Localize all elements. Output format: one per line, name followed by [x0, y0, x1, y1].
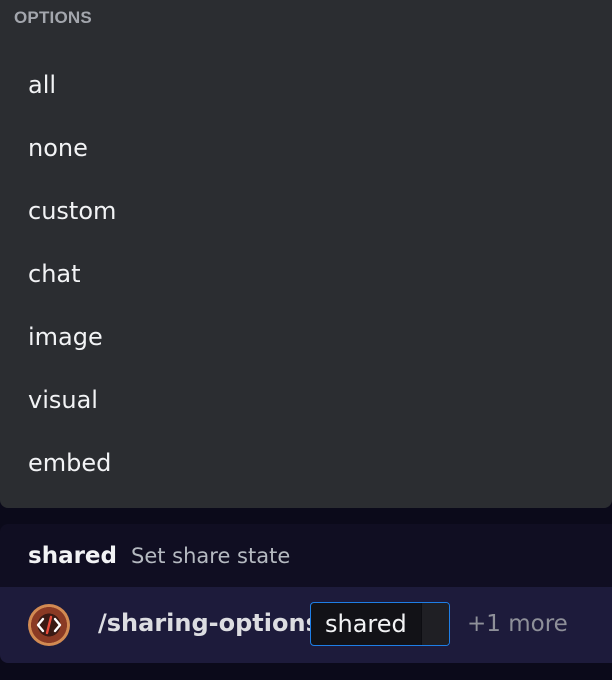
parameter-hint: shared Set share state — [0, 524, 612, 588]
option-image[interactable]: image — [0, 306, 612, 369]
option-label: embed — [28, 448, 112, 477]
options-popup: OPTIONS all none custom chat image visua… — [0, 0, 612, 508]
page: OPTIONS all none custom chat image visua… — [0, 0, 612, 680]
command-name: /sharing-options — [98, 609, 320, 637]
bot-avatar — [28, 604, 70, 646]
option-label: all — [28, 70, 57, 99]
command-parameter-input[interactable]: shared — [310, 602, 450, 646]
option-label: custom — [28, 196, 117, 225]
options-header: OPTIONS — [14, 8, 92, 27]
hint-parameter-name: shared — [28, 543, 117, 569]
option-chat[interactable]: chat — [0, 243, 612, 306]
hint-parameter-description: Set share state — [131, 544, 291, 568]
more-parameters-label[interactable]: +1 more — [467, 611, 568, 637]
option-label: visual — [28, 385, 98, 414]
option-custom[interactable]: custom — [0, 180, 612, 243]
slash-command-row: /sharing-options shared +1 more — [0, 587, 612, 663]
options-list: all none custom chat image visual embed — [0, 54, 612, 495]
code-brackets-icon — [36, 615, 62, 635]
parameter-value-field[interactable] — [421, 603, 449, 645]
option-all[interactable]: all — [0, 54, 612, 117]
option-label: none — [28, 133, 88, 162]
option-label: chat — [28, 259, 81, 288]
option-none[interactable]: none — [0, 117, 612, 180]
option-label: image — [28, 322, 103, 351]
option-embed[interactable]: embed — [0, 432, 612, 495]
parameter-label: shared — [325, 610, 407, 638]
option-visual[interactable]: visual — [0, 369, 612, 432]
